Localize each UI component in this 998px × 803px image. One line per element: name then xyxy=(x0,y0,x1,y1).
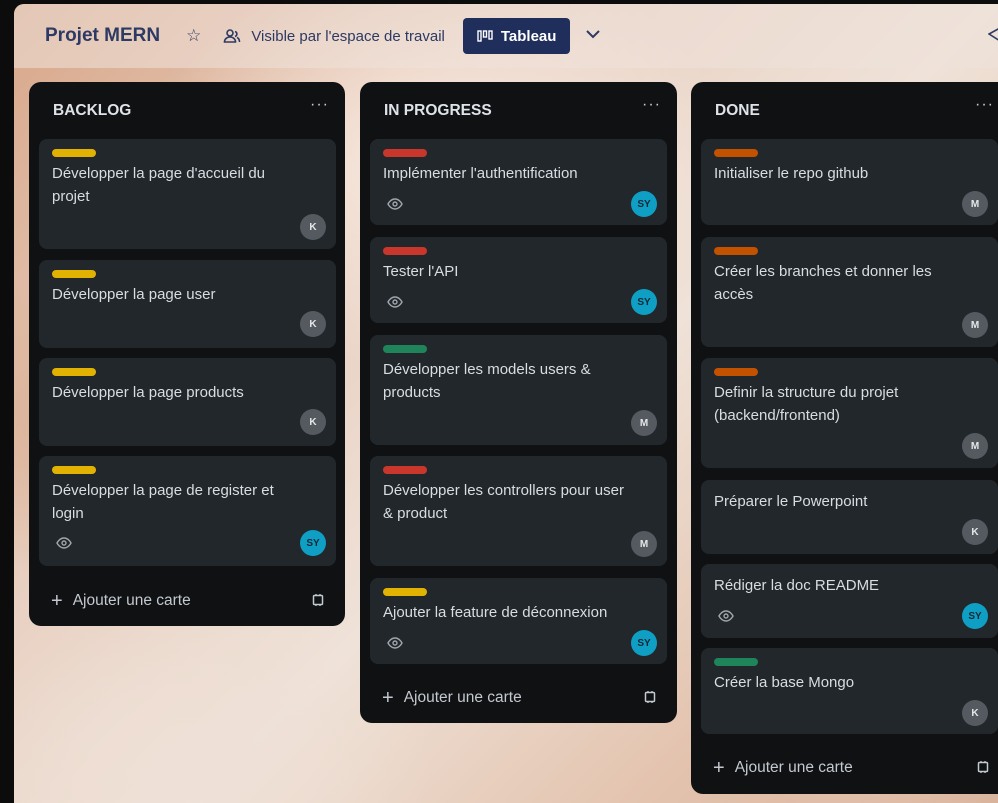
list-backlog: BACKLOG ··· Développer la page d'accueil… xyxy=(29,82,345,626)
card-title: Développer les models users & products xyxy=(383,361,591,401)
card-title: Créer les branches et donner les accès xyxy=(714,263,932,303)
card-title: Initialiser le repo github xyxy=(714,165,869,182)
filter-icon[interactable] xyxy=(987,26,998,49)
card-title: Implémenter l'authentification xyxy=(383,165,578,182)
list-menu-icon[interactable]: ··· xyxy=(310,96,329,114)
card[interactable]: Créer les branches et donner les accès M xyxy=(701,237,998,347)
card-title: Definir la structure du projet (backend/… xyxy=(714,384,899,424)
card[interactable]: Développer les models users & products M xyxy=(370,335,667,445)
card[interactable]: Créer la base Mongo K xyxy=(701,648,998,734)
card-title: Développer la page products xyxy=(52,384,244,401)
add-card-label: Ajouter une carte xyxy=(403,689,522,706)
card-title: Rédiger la doc README xyxy=(714,577,880,594)
avatar[interactable]: K xyxy=(962,519,988,545)
card-title: Ajouter la feature de déconnexion xyxy=(383,604,608,621)
card[interactable]: Rédiger la doc README SY xyxy=(701,564,998,638)
avatar[interactable]: SY xyxy=(631,289,657,315)
card[interactable]: Développer la page de register et login … xyxy=(39,456,336,566)
plus-icon: + xyxy=(382,687,394,709)
add-card-button[interactable]: + Ajouter une carte xyxy=(382,688,522,708)
board-view-label: Tableau xyxy=(500,27,557,45)
avatar[interactable]: K xyxy=(300,409,326,435)
eye-icon xyxy=(718,610,734,622)
template-icon[interactable] xyxy=(976,760,990,774)
list-done: DONE ··· Initialiser le repo github M Cr… xyxy=(691,82,998,794)
template-icon[interactable] xyxy=(643,690,657,704)
avatar[interactable]: SY xyxy=(300,530,326,556)
avatar[interactable]: K xyxy=(300,311,326,337)
card[interactable]: Tester l'API SY xyxy=(370,237,667,323)
list-menu-icon[interactable]: ··· xyxy=(642,96,661,114)
chevron-down-icon[interactable] xyxy=(584,27,602,45)
avatar[interactable]: K xyxy=(962,700,988,726)
add-card-button[interactable]: + Ajouter une carte xyxy=(51,591,191,611)
eye-icon xyxy=(387,198,403,210)
card-label[interactable] xyxy=(52,149,96,157)
card[interactable]: Implémenter l'authentification SY xyxy=(370,139,667,225)
board-view-button[interactable]: Tableau xyxy=(462,18,571,54)
card-label[interactable] xyxy=(52,270,96,278)
card-label[interactable] xyxy=(383,247,427,255)
eye-icon xyxy=(387,296,403,308)
list-title: BACKLOG xyxy=(53,102,132,119)
card[interactable]: Développer la page products K xyxy=(39,358,336,446)
visibility-label: Visible par l'espace de travail xyxy=(251,27,445,45)
card-label[interactable] xyxy=(383,466,427,474)
card-label[interactable] xyxy=(714,247,758,255)
card[interactable]: Développer la page user K xyxy=(39,260,336,348)
avatar[interactable]: SY xyxy=(631,630,657,656)
eye-icon xyxy=(387,637,403,649)
card-title: Développer la page d'accueil du projet xyxy=(52,165,266,205)
card[interactable]: Développer la page d'accueil du projet K xyxy=(39,139,336,249)
card-title: Développer la page user xyxy=(52,286,216,303)
card[interactable]: Préparer le Powerpoint K xyxy=(701,480,998,554)
avatar[interactable]: M xyxy=(962,191,988,217)
avatar[interactable]: SY xyxy=(962,603,988,629)
card-label[interactable] xyxy=(383,588,427,596)
add-card-label: Ajouter une carte xyxy=(72,592,191,609)
board-icon xyxy=(477,30,493,42)
card[interactable]: Ajouter la feature de déconnexion SY xyxy=(370,578,667,664)
template-icon[interactable] xyxy=(311,593,325,607)
add-card-button[interactable]: + Ajouter une carte xyxy=(713,758,853,778)
plus-icon: + xyxy=(51,590,63,612)
people-icon xyxy=(224,29,241,43)
avatar[interactable]: K xyxy=(300,214,326,240)
card-label[interactable] xyxy=(383,149,427,157)
board-header: Projet MERN ☆ Visible par l'espace de tr… xyxy=(14,4,998,68)
list-in-progress: IN PROGRESS ··· Implémenter l'authentifi… xyxy=(360,82,677,723)
card-title: Développer la page de register et login xyxy=(52,482,274,522)
avatar[interactable]: M xyxy=(962,433,988,459)
card-label[interactable] xyxy=(714,658,758,666)
avatar[interactable]: M xyxy=(962,312,988,338)
card-title: Créer la base Mongo xyxy=(714,674,855,691)
plus-icon: + xyxy=(713,757,725,779)
card-label[interactable] xyxy=(714,149,758,157)
star-icon[interactable]: ☆ xyxy=(186,26,201,46)
card-label[interactable] xyxy=(52,368,96,376)
eye-icon xyxy=(56,537,72,549)
card[interactable]: Definir la structure du projet (backend/… xyxy=(701,358,998,468)
card[interactable]: Initialiser le repo github M xyxy=(701,139,998,225)
avatar[interactable]: SY xyxy=(631,191,657,217)
avatar[interactable]: M xyxy=(631,531,657,557)
board-background: Projet MERN ☆ Visible par l'espace de tr… xyxy=(14,4,998,803)
card-title: Préparer le Powerpoint xyxy=(714,493,868,510)
list-menu-icon[interactable]: ··· xyxy=(975,96,994,114)
card-label[interactable] xyxy=(383,345,427,353)
card-title: Tester l'API xyxy=(383,263,459,280)
add-card-label: Ajouter une carte xyxy=(734,759,853,776)
board-title[interactable]: Projet MERN xyxy=(45,25,160,47)
card-label[interactable] xyxy=(714,368,758,376)
card[interactable]: Développer les controllers pour user & p… xyxy=(370,456,667,566)
card-title: Développer les controllers pour user & p… xyxy=(383,482,624,522)
card-label[interactable] xyxy=(52,466,96,474)
visibility-button[interactable]: Visible par l'espace de travail xyxy=(223,28,445,45)
list-title: DONE xyxy=(715,102,760,119)
list-title: IN PROGRESS xyxy=(384,102,492,119)
avatar[interactable]: M xyxy=(631,410,657,436)
